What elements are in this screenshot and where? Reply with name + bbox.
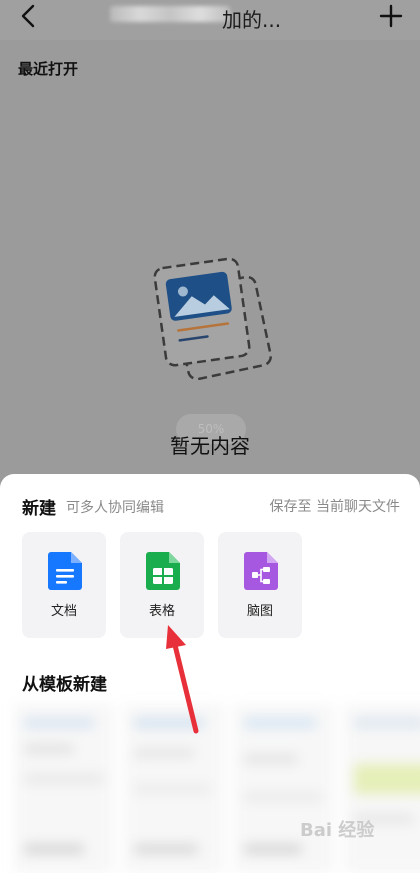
top-bar: 加的... — [0, 0, 420, 40]
template-card[interactable] — [344, 704, 420, 873]
new-mindmap-button[interactable]: 脑图 — [218, 532, 302, 638]
screen: 加的... 最近打开 50% 暂无内容 新建 可多人协同编辑 保存至 当前聊天文… — [0, 0, 420, 873]
chevron-left-icon — [21, 4, 35, 28]
back-button[interactable] — [14, 2, 44, 32]
template-carousel[interactable] — [0, 704, 420, 873]
add-button[interactable] — [376, 2, 406, 32]
template-section-title: 从模板新建 — [22, 675, 107, 695]
mindmap-icon — [244, 552, 278, 590]
save-location-label[interactable]: 保存至 当前聊天文件 — [270, 496, 400, 516]
recent-section-label: 最近打开 — [18, 60, 79, 78]
new-section-title: 新建 — [22, 499, 56, 519]
create-bottom-sheet: 新建 可多人协同编辑 保存至 当前聊天文件 文档 表格 脑图 从模板新建 — [0, 474, 420, 873]
empty-state-text: 暂无内容 — [170, 434, 250, 458]
watermark: Bai 经验 — [300, 820, 375, 841]
template-card[interactable] — [14, 704, 114, 873]
page-title: 加的... — [222, 8, 282, 32]
new-doc-button[interactable]: 文档 — [22, 532, 106, 638]
plus-icon — [379, 4, 403, 28]
annotation-arrow-icon — [166, 625, 199, 734]
new-section-subtitle: 可多人协同编辑 — [66, 500, 164, 516]
new-doc-label: 文档 — [50, 604, 77, 619]
sheet-icon — [146, 552, 180, 590]
title-redacted-blur — [110, 6, 230, 22]
empty-files-icon — [153, 257, 273, 380]
new-mindmap-label: 脑图 — [246, 604, 273, 619]
page-title-area: 加的... — [110, 2, 310, 32]
template-card[interactable] — [234, 704, 334, 873]
doc-icon — [48, 552, 82, 590]
